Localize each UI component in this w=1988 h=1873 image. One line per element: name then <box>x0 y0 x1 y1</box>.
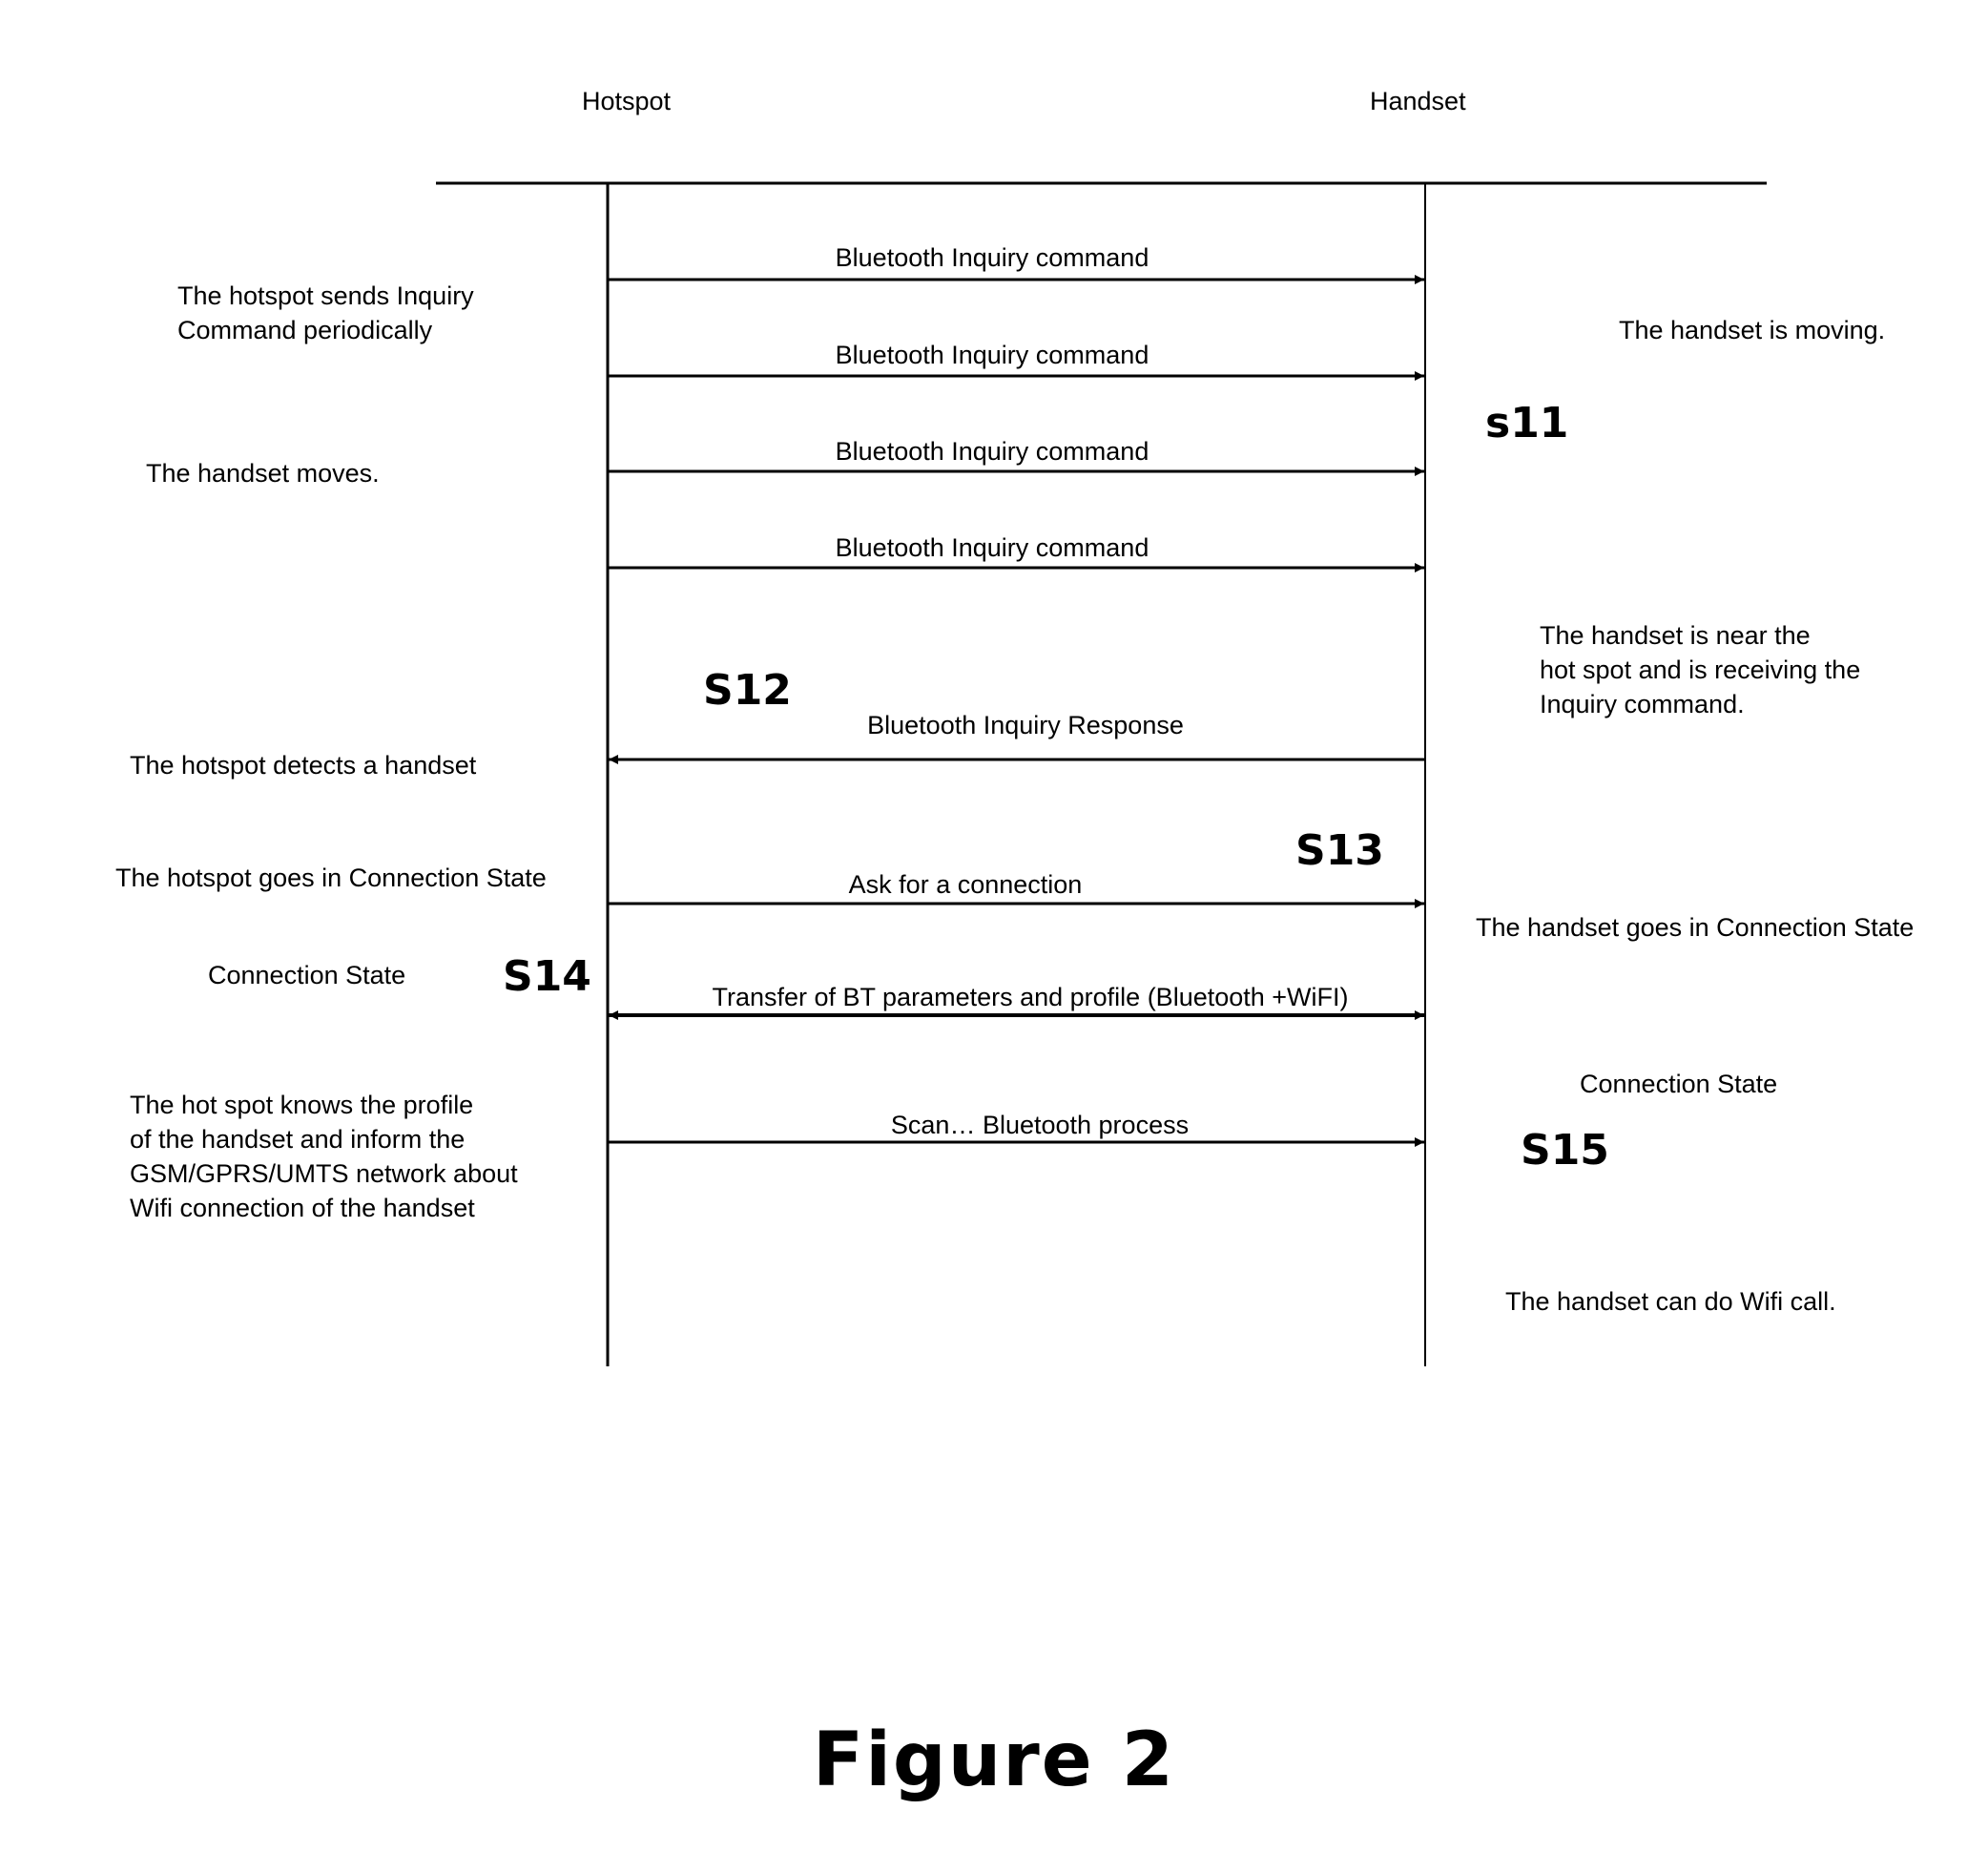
message-label-inquiry-4: Bluetooth Inquiry command <box>835 533 1149 562</box>
note-hotspot-state-label: Connection State <box>208 961 406 989</box>
message-label-inquiry-3: Bluetooth Inquiry command <box>835 437 1149 466</box>
message-label-scan: Scan… Bluetooth process <box>890 1111 1190 1139</box>
sequence-diagram: Hotspot Handset Bluetooth Inquiry comman… <box>0 0 1988 1873</box>
note-hotspot-detects-handset: The hotspot detects a handset <box>130 751 477 780</box>
note-handset-moves: The handset moves. <box>146 459 380 488</box>
figure-caption: Figure 2 <box>812 1717 1176 1803</box>
participant-handset: Handset <box>1370 87 1466 115</box>
step-marker-s12: S12 <box>703 666 792 715</box>
message-label-ask-connection: Ask for a connection <box>848 870 1083 899</box>
note-handset-moving: The handset is moving. <box>1619 316 1886 344</box>
message-label-inquiry-2: Bluetooth Inquiry command <box>835 341 1149 369</box>
note-handset-wifi-call: The handset can do Wifi call. <box>1505 1287 1836 1316</box>
note-hotspot-knows-profile: The hot spot knows the profile of the ha… <box>130 1091 518 1222</box>
step-marker-s13: S13 <box>1295 826 1384 875</box>
message-label-transfer-params: Transfer of BT parameters and profile (B… <box>712 983 1349 1011</box>
message-label-inquiry-response: Bluetooth Inquiry Response <box>867 711 1184 739</box>
note-hotspot-sends-inquiry: The hotspot sends Inquiry Command period… <box>177 281 474 344</box>
note-handset-connection-state: The handset goes in Connection State <box>1476 913 1915 942</box>
step-marker-s14: S14 <box>503 952 591 1001</box>
note-handset-state-label: Connection State <box>1580 1070 1778 1098</box>
step-marker-s15: S15 <box>1521 1126 1609 1175</box>
step-marker-s11: s11 <box>1485 399 1569 447</box>
message-label-inquiry-1: Bluetooth Inquiry command <box>835 243 1149 272</box>
note-hotspot-connection-state: The hotspot goes in Connection State <box>115 864 547 892</box>
note-handset-near-hotspot: The handset is near the hot spot and is … <box>1540 621 1861 718</box>
participant-hotspot: Hotspot <box>582 87 672 115</box>
